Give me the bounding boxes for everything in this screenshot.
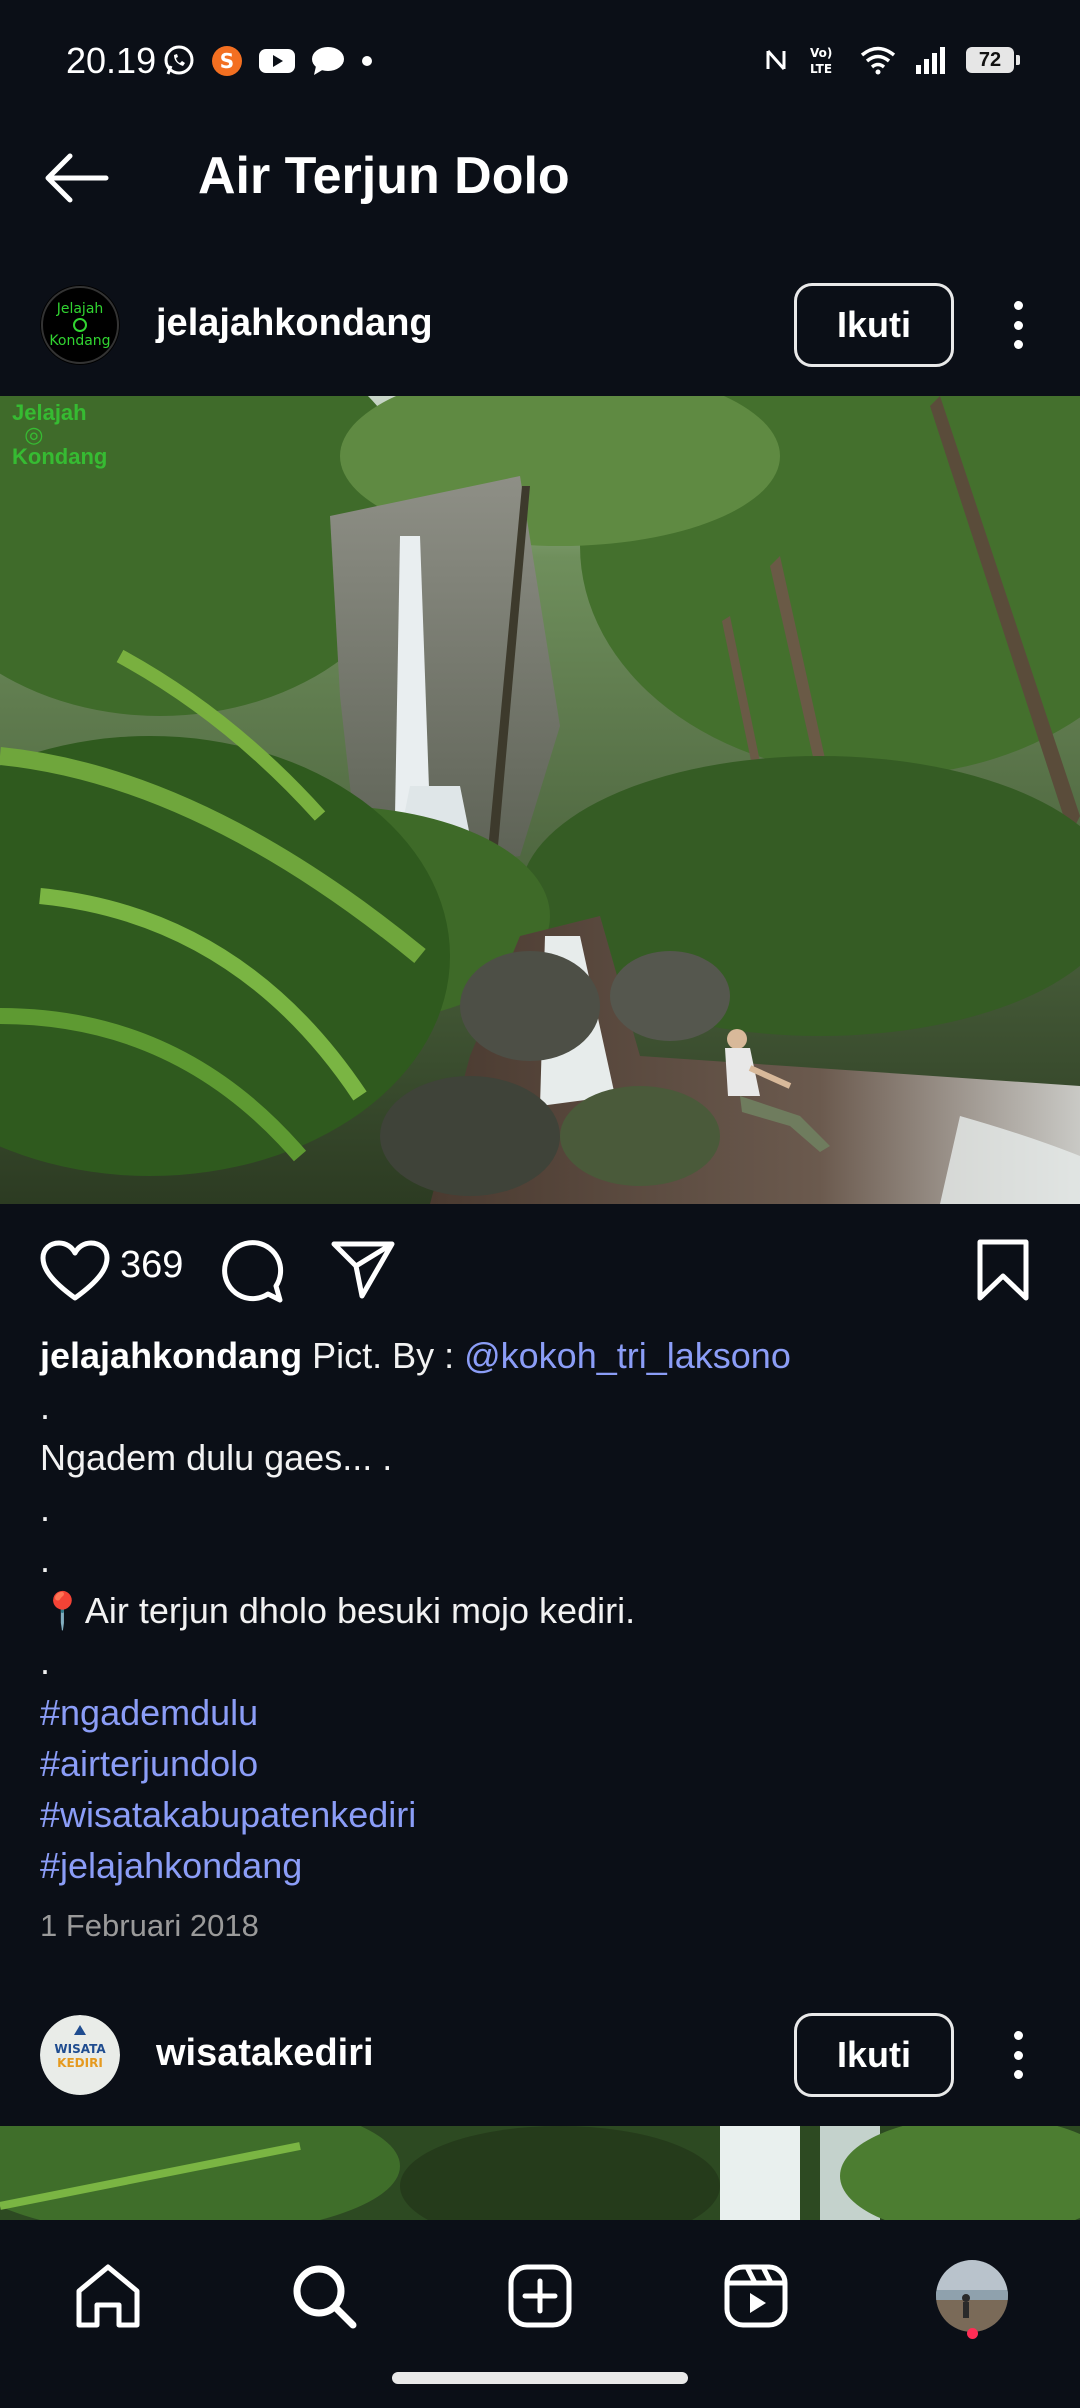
svg-text:Jelajah: Jelajah [56, 301, 104, 317]
status-bar: 20.19 S Vo) LTE 72 [0, 0, 1080, 128]
status-system-icons: Vo) LTE 72 [764, 44, 1020, 76]
mention-link[interactable]: @kokoh_tri_laksono [464, 1335, 791, 1376]
youtube-icon [259, 49, 295, 73]
more-options-button[interactable] [998, 2025, 1038, 2085]
status-notification-icons: S [162, 44, 374, 78]
post-date: 1 Februari 2018 [40, 1908, 259, 1943]
nav-search[interactable] [284, 2256, 364, 2336]
caption-first-line: jelajahkondang Pict. By : @kokoh_tri_lak… [40, 1330, 1040, 1381]
nfc-icon [766, 50, 786, 70]
shopee-icon: S [212, 46, 242, 76]
nav-profile[interactable] [932, 2256, 1012, 2336]
caption-line: Ngadem dulu gaes... . [40, 1437, 393, 1478]
arrow-left-icon [45, 153, 109, 203]
search-icon [293, 2265, 357, 2329]
more-dot-icon [1013, 320, 1023, 330]
back-button[interactable] [40, 150, 112, 206]
nav-reels[interactable] [716, 2256, 796, 2336]
svg-text:KEDIRI: KEDIRI [57, 2056, 103, 2070]
home-icon [76, 2264, 140, 2328]
home-indicator[interactable] [392, 2372, 688, 2384]
post-image[interactable]: Jelajah ◎ Kondang [0, 396, 1080, 1204]
bookmark-icon[interactable] [976, 1238, 1030, 1302]
hashtag-link[interactable]: #airterjundolo [40, 1738, 1040, 1789]
notification-dot [967, 2328, 978, 2339]
hashtag-link[interactable]: #wisatakabupatenkediri [40, 1789, 1040, 1840]
svg-text:Kondang: Kondang [49, 333, 110, 349]
follow-button[interactable]: Ikuti [794, 283, 954, 367]
page-header: Air Terjun Dolo [0, 128, 1080, 228]
share-icon[interactable] [330, 1238, 396, 1300]
like-count[interactable]: 369 [120, 1244, 183, 1287]
post-header: Jelajah Kondang jelajahkondang Ikuti [0, 270, 1080, 380]
caption-line: . [40, 1386, 51, 1427]
hashtag-link[interactable]: #ngademdulu [40, 1687, 1040, 1738]
nav-create[interactable] [500, 2256, 580, 2336]
more-dot-icon [1013, 2031, 1023, 2040]
status-time: 20.19 [66, 40, 157, 81]
page-title: Air Terjun Dolo [198, 147, 570, 205]
follow-button[interactable]: Ikuti [794, 2013, 954, 2097]
dot-icon [362, 56, 372, 66]
more-dot-icon [1013, 301, 1023, 310]
volte-icon: Vo) LTE [810, 46, 832, 76]
svg-text:Vo): Vo) [810, 46, 832, 60]
post-caption: jelajahkondang Pict. By : @kokoh_tri_lak… [40, 1330, 1040, 1891]
whatsapp-icon [164, 45, 194, 75]
caption-line: . [40, 1488, 51, 1529]
svg-text:LTE: LTE [810, 62, 832, 76]
caption-line: 📍Air terjun dholo besuki mojo kediri. [40, 1590, 636, 1631]
more-dot-icon [1013, 2070, 1023, 2079]
create-icon [508, 2264, 572, 2328]
comment-icon[interactable] [220, 1238, 286, 1304]
signal-icon [916, 47, 945, 74]
heart-icon[interactable] [40, 1240, 110, 1302]
caption-username[interactable]: jelajahkondang [40, 1335, 302, 1376]
more-dot-icon [1013, 2050, 1023, 2060]
username[interactable]: jelajahkondang [156, 302, 433, 345]
wifi-icon [860, 46, 896, 75]
action-bar: 369 [0, 1230, 1080, 1310]
username[interactable]: wisatakediri [156, 2032, 374, 2075]
reels-icon [724, 2264, 788, 2328]
profile-avatar [936, 2260, 1008, 2332]
hashtag-link[interactable]: #jelajahkondang [40, 1840, 1040, 1891]
caption-line: . [40, 1539, 51, 1580]
avatar[interactable]: WISATA KEDIRI [40, 2015, 120, 2095]
chat-icon [312, 47, 344, 75]
battery-icon: 72 [966, 47, 1020, 73]
svg-text:WISATA: WISATA [54, 2042, 106, 2056]
avatar[interactable]: Jelajah Kondang [40, 285, 120, 365]
nav-home[interactable] [68, 2256, 148, 2336]
watermark-logo: Jelajah ◎ Kondang [12, 400, 108, 469]
caption-lead: Pict. By : [302, 1335, 465, 1376]
post-image[interactable] [0, 2126, 1080, 2220]
more-options-button[interactable] [998, 295, 1038, 355]
post-header: WISATA KEDIRI wisatakediri Ikuti [0, 2000, 1080, 2110]
svg-text:S: S [220, 49, 234, 73]
caption-line: . [40, 1641, 51, 1682]
more-dot-icon [1013, 340, 1023, 349]
